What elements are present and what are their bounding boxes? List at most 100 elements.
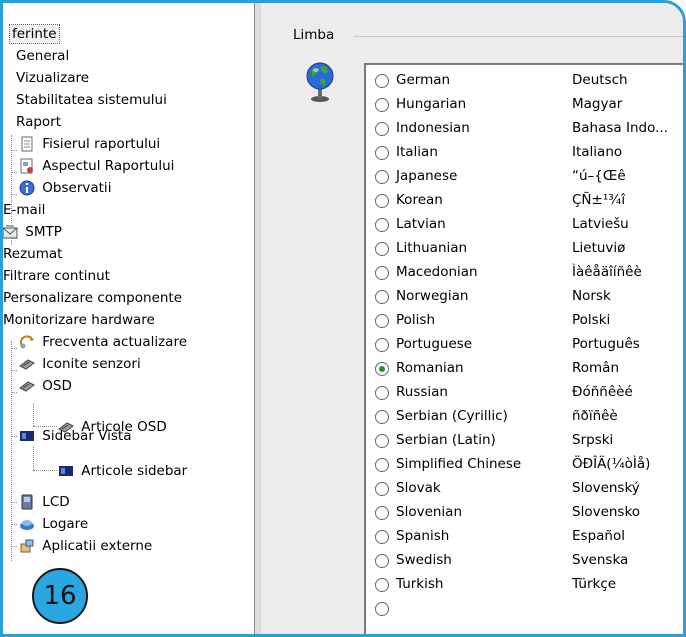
tree-item-label: Iconite senzori — [42, 356, 141, 372]
tree-item-label: ferinte — [9, 24, 60, 44]
radio-button[interactable] — [375, 482, 389, 496]
language-option-latvian[interactable]: Latvian Latviešu — [366, 213, 683, 237]
tree-item-frecventa-actualizare[interactable]: Frecventa actualizare — [19, 331, 187, 353]
language-option-lithuanian[interactable]: Lithuanian Lietuviø — [366, 237, 683, 261]
sensor-icon — [19, 378, 35, 394]
language-option-macedonian[interactable]: Macedonian Ìàêåäîíñêè — [366, 261, 683, 285]
language-native-name: ÇÑ±¹¾î — [572, 192, 626, 208]
log-icon — [19, 516, 35, 532]
language-native-name: ñðïñêè — [572, 408, 618, 424]
tree-item-aspectul-raportului[interactable]: Aspectul Raportului — [19, 155, 174, 177]
language-name: Norwegian — [396, 288, 469, 304]
tree-connector — [11, 150, 17, 151]
language-name: Simplified Chinese — [396, 456, 522, 472]
tree-item-observatii[interactable]: Observatii — [19, 177, 111, 199]
language-native-name: Român — [572, 360, 620, 376]
figure-number-badge: 16 — [32, 568, 88, 624]
tree-item-lcd[interactable]: LCD — [19, 491, 70, 513]
language-option-polish[interactable]: Polish Polski — [366, 309, 683, 333]
radio-button-selected[interactable] — [375, 362, 389, 376]
language-option-russian[interactable]: Russian Ðóññêèé — [366, 381, 683, 405]
tree-item-rezumat[interactable]: Rezumat — [3, 243, 62, 265]
settings-tree[interactable]: ferinte General Vizualizare Stabilitatea… — [3, 3, 255, 634]
radio-button[interactable] — [375, 506, 389, 520]
language-option-romanian[interactable]: Romanian Român — [366, 357, 683, 381]
language-option-simplified-chinese[interactable]: Simplified Chinese ÖÐÎÄ(¼òÌå) — [366, 453, 683, 477]
tree-item-monitorizare-hardware[interactable]: Monitorizare hardware — [3, 309, 155, 331]
radio-button[interactable] — [375, 554, 389, 568]
radio-button[interactable] — [375, 458, 389, 472]
radio-button[interactable] — [375, 194, 389, 208]
language-option-japanese[interactable]: Japanese “ú–{Œê — [366, 165, 683, 189]
language-option-spanish[interactable]: Spanish Español — [366, 525, 683, 549]
tree-item-email[interactable]: E-mail — [3, 199, 45, 221]
language-name: Serbian (Latin) — [396, 432, 496, 448]
tree-item-articole-sidebar[interactable]: Articole sidebar — [58, 460, 187, 482]
radio-button[interactable] — [375, 242, 389, 256]
language-name: Italian — [396, 144, 438, 160]
language-native-name: Srpski — [572, 432, 614, 448]
tree-item-preferinte[interactable]: ferinte — [9, 23, 60, 45]
tree-item-iconite-senzori[interactable]: Iconite senzori — [19, 353, 141, 375]
tree-item-label: Rezumat — [3, 246, 63, 262]
tree-item-general[interactable]: General — [16, 45, 69, 67]
language-option-slovak[interactable]: Slovak Slovenský — [366, 477, 683, 501]
radio-button[interactable] — [375, 218, 389, 232]
language-native-name: Svenska — [572, 552, 629, 568]
radio-button[interactable] — [375, 122, 389, 136]
radio-button[interactable] — [375, 290, 389, 304]
radio-button[interactable] — [375, 386, 389, 400]
tree-item-smtp[interactable]: SMTP — [3, 221, 62, 243]
language-option-korean[interactable]: Korean ÇÑ±¹¾î — [366, 189, 683, 213]
language-option-turkish[interactable]: Turkish Türkçe — [366, 573, 683, 597]
language-name: Swedish — [396, 552, 452, 568]
radio-button[interactable] — [375, 170, 389, 184]
tree-item-personalizare-componente[interactable]: Personalizare componente — [3, 287, 182, 309]
language-option-german[interactable]: German Deutsch — [366, 69, 683, 93]
radio-button[interactable] — [375, 530, 389, 544]
tree-item-label: Sidebar Vista — [42, 428, 132, 444]
language-option-portuguese[interactable]: Portuguese Português — [366, 333, 683, 357]
language-option-swedish[interactable]: Swedish Svenska — [366, 549, 683, 573]
language-option-slovenian[interactable]: Slovenian Slovensko — [366, 501, 683, 525]
language-native-name: Polski — [572, 312, 611, 328]
language-option-hungarian[interactable]: Hungarian Magyar — [366, 93, 683, 117]
language-option-indonesian[interactable]: Indonesian Bahasa Indo... — [366, 117, 683, 141]
radio-button[interactable] — [375, 434, 389, 448]
language-name: Macedonian — [396, 264, 478, 280]
tree-item-osd[interactable]: OSD — [19, 375, 72, 397]
tree-item-sidebar-vista[interactable]: Sidebar Vista — [19, 425, 131, 447]
language-name: Indonesian — [396, 120, 470, 136]
tree-item-fisierul-raportului[interactable]: Fisierul raportului — [19, 133, 160, 155]
tree-connector — [11, 370, 17, 371]
tree-item-vizualizare[interactable]: Vizualizare — [16, 67, 89, 89]
radio-button[interactable] — [375, 74, 389, 88]
tree-item-aplicatii-externe[interactable]: Aplicatii externe — [19, 535, 152, 557]
radio-button[interactable] — [375, 602, 389, 616]
tree-item-raport[interactable]: Raport — [16, 111, 61, 133]
tree-item-logare[interactable]: Logare — [19, 513, 88, 535]
radio-button[interactable] — [375, 146, 389, 160]
radio-button[interactable] — [375, 410, 389, 424]
language-option-serbian-latin[interactable]: Serbian (Latin) Srpski — [366, 429, 683, 453]
tree-item-label: Filtrare continut — [3, 268, 110, 284]
language-option-italian[interactable]: Italian Italiano — [366, 141, 683, 165]
radio-button[interactable] — [375, 98, 389, 112]
language-option-partial[interactable] — [366, 597, 683, 621]
sensor-icon — [19, 356, 35, 372]
radio-button[interactable] — [375, 578, 389, 592]
language-list[interactable]: German Deutsch Hungarian Magyar Indonesi… — [364, 63, 683, 634]
language-option-serbian-cyrillic[interactable]: Serbian (Cyrillic) ñðïñêè — [366, 405, 683, 429]
radio-button[interactable] — [375, 314, 389, 328]
language-native-name: Bahasa Indo... — [572, 120, 668, 136]
tree-item-stabilitatea-sistemului[interactable]: Stabilitatea sistemului — [16, 89, 167, 111]
tree-item-label: Frecventa actualizare — [42, 334, 188, 350]
tree-item-filtrare-continut[interactable]: Filtrare continut — [3, 265, 110, 287]
radio-button[interactable] — [375, 266, 389, 280]
group-box-border — [354, 36, 683, 37]
radio-button[interactable] — [375, 338, 389, 352]
language-option-norwegian[interactable]: Norwegian Norsk — [366, 285, 683, 309]
language-name: Portuguese — [396, 336, 473, 352]
language-name: Spanish — [396, 528, 450, 544]
language-name: Slovak — [396, 480, 441, 496]
